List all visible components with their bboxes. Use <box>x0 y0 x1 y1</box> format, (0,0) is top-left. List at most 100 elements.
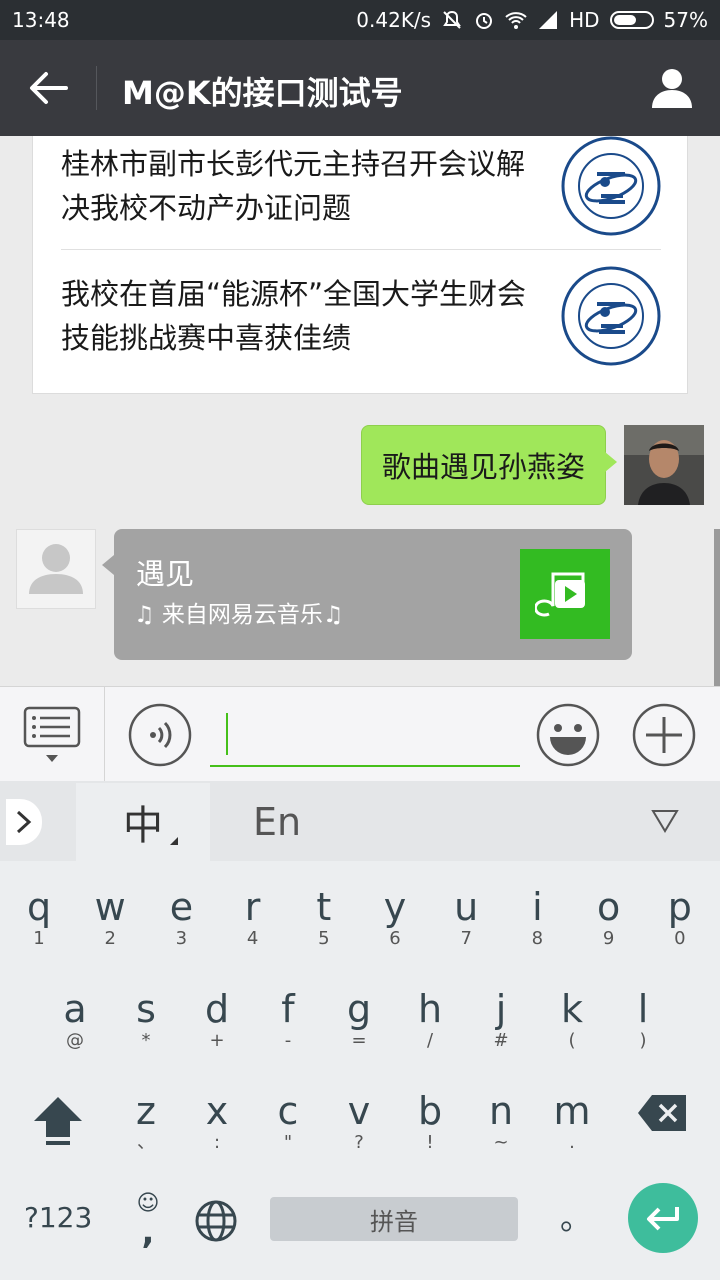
user-avatar[interactable] <box>624 425 704 505</box>
status-icons: 0.42K/s HD 57% <box>356 8 708 32</box>
official-account-avatar[interactable] <box>16 529 96 609</box>
key-n[interactable]: n ~ <box>471 1089 531 1153</box>
key-u[interactable]: u7 <box>436 885 496 949</box>
header-divider <box>96 66 97 110</box>
key-b[interactable]: b! <box>400 1089 460 1153</box>
key-j[interactable]: j # <box>471 987 531 1051</box>
key-m[interactable]: m. <box>542 1089 602 1153</box>
key-g[interactable]: g = <box>329 987 389 1051</box>
key-z[interactable]: z、 <box>116 1089 176 1153</box>
period-key[interactable]: 。 <box>560 1193 592 1239</box>
key-letter: j <box>495 987 507 1031</box>
tab-english[interactable]: En <box>230 783 324 861</box>
key-k[interactable]: k( <box>542 987 602 1051</box>
voice-icon[interactable] <box>128 703 192 767</box>
key-q[interactable]: q1 <box>9 885 69 949</box>
message-input[interactable] <box>210 705 520 767</box>
key-letter: b <box>417 1089 443 1133</box>
key-s[interactable]: s * <box>116 987 176 1051</box>
status-bar: 13:48 0.42K/s HD 57% <box>0 0 720 40</box>
key-letter: c <box>277 1089 299 1133</box>
news-item[interactable]: 桂林市副市长彭代元主持召开会议解决我校不动产办证问题 <box>61 136 661 248</box>
key-secondary: - <box>284 1030 292 1051</box>
key-v[interactable]: v? <box>329 1089 389 1153</box>
key-letter: p <box>667 885 692 929</box>
key-letter: g <box>346 987 372 1031</box>
status-time: 13:48 <box>12 8 70 32</box>
key-letter: t <box>316 885 332 929</box>
globe-icon[interactable] <box>194 1199 238 1243</box>
key-secondary: 0 <box>674 928 686 949</box>
key-secondary: " <box>283 1132 293 1153</box>
music-card[interactable]: 遇见 ♫ 来自网易云音乐♫ <box>102 529 632 660</box>
keyboard-expand-button[interactable] <box>6 799 42 845</box>
space-key[interactable]: 拼音 <box>270 1197 518 1241</box>
key-w[interactable]: w2 <box>80 885 140 949</box>
comma-label: , <box>141 1212 155 1252</box>
key-e[interactable]: e3 <box>151 885 211 949</box>
key-y[interactable]: y6 <box>365 885 425 949</box>
tab-english-label: En <box>252 800 302 844</box>
key-letter: k <box>560 987 583 1031</box>
news-title: 桂林市副市长彭代元主持召开会议解决我校不动产办证问题 <box>61 147 526 225</box>
user-photo <box>624 425 704 505</box>
person-icon[interactable] <box>648 64 696 112</box>
news-divider <box>61 249 661 250</box>
collapse-keyboard-icon[interactable] <box>650 807 680 835</box>
key-h[interactable]: h / <box>400 987 460 1051</box>
key-i[interactable]: i8 <box>507 885 567 949</box>
key-secondary: 1 <box>33 928 45 949</box>
key-letter: v <box>347 1089 371 1133</box>
numbers-key[interactable]: ?123 <box>24 1201 92 1234</box>
sent-message-text: 歌曲遇见孙燕姿 <box>381 450 585 484</box>
alarm-icon <box>476 13 493 29</box>
news-item[interactable]: 我校在首届“能源杯”全国大学生财会技能挑战赛中喜获佳绩 <box>61 266 661 378</box>
music-play-icon <box>535 572 585 617</box>
key-secondary: 6 <box>389 928 401 949</box>
key-secondary: # <box>493 1030 509 1051</box>
key-secondary: / <box>426 1030 434 1051</box>
key-x[interactable]: x: <box>187 1089 247 1153</box>
music-title: 遇见 <box>136 557 195 591</box>
key-letter: i <box>532 885 543 929</box>
key-c[interactable]: c " <box>258 1089 318 1153</box>
backspace-icon[interactable] <box>636 1093 690 1133</box>
chat-area: 桂林市副市长彭代元主持召开会议解决我校不动产办证问题 我校在首届“能源杯”全国大… <box>0 136 720 686</box>
key-letter: a <box>63 987 87 1031</box>
shift-icon[interactable] <box>30 1091 86 1151</box>
tab-chinese-label: 中 <box>123 803 163 849</box>
key-f[interactable]: f- <box>258 987 318 1051</box>
enter-button[interactable] <box>628 1183 698 1253</box>
key-letter: h <box>417 987 443 1031</box>
key-a[interactable]: a @ <box>45 987 105 1051</box>
sent-message-bubble[interactable]: 歌曲遇见孙燕姿 <box>360 425 618 505</box>
emoji-icon[interactable] <box>536 703 600 767</box>
key-secondary: 、 <box>137 1132 155 1153</box>
key-t[interactable]: t5 <box>294 885 354 949</box>
key-letter: s <box>136 987 156 1031</box>
key-letter: q <box>26 885 52 929</box>
arrow-left-icon[interactable] <box>26 68 70 108</box>
key-letter: z <box>136 1089 156 1133</box>
key-secondary: ( <box>568 1030 576 1051</box>
key-letter: f <box>281 987 295 1031</box>
enter-icon <box>647 1207 679 1231</box>
key-letter: u <box>454 885 479 929</box>
menu-list-icon[interactable] <box>22 705 82 767</box>
key-d[interactable]: d + <box>187 987 247 1051</box>
key-p[interactable]: p0 <box>650 885 710 949</box>
space-key-label: 拼音 <box>370 1207 418 1236</box>
tab-chinese[interactable]: 中 <box>76 783 210 861</box>
comma-key[interactable]: ☺ , <box>126 1191 170 1261</box>
news-card[interactable]: 桂林市副市长彭代元主持召开会议解决我校不动产办证问题 我校在首届“能源杯”全国大… <box>32 136 688 394</box>
scroll-indicator[interactable] <box>714 529 720 686</box>
key-o[interactable]: o9 <box>579 885 639 949</box>
key-letter: m <box>553 1089 591 1133</box>
key-secondary: : <box>213 1132 221 1153</box>
key-letter: n <box>488 1089 514 1133</box>
plus-icon[interactable] <box>632 703 696 767</box>
key-l[interactable]: l) <box>613 987 673 1051</box>
network-type: HD <box>569 8 600 32</box>
music-play-button[interactable] <box>520 549 610 639</box>
key-r[interactable]: r4 <box>223 885 283 949</box>
